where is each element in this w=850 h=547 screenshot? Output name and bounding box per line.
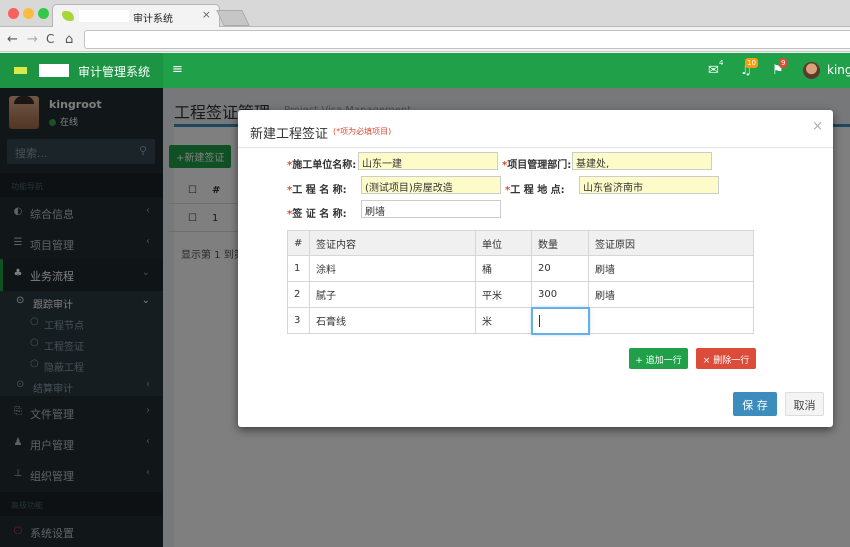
header-avatar[interactable] — [803, 62, 820, 79]
app-header: 审计管理系统 ≡ ✉ 4 ♫ 10 ⚑ 9 kingr — [0, 53, 850, 88]
cell-unit[interactable]: 桶 — [475, 255, 532, 282]
cell-qty[interactable]: 20 — [531, 255, 589, 282]
visa-items-table: # 签证内容 单位 数量 签证原因 1 涂料 桶 20 刷墙 2 腻子 平米 3… — [287, 230, 754, 335]
modal-title: 新建工程签证 — [250, 127, 329, 142]
forward-icon[interactable]: → — [27, 32, 38, 47]
close-icon[interactable]: × — [812, 119, 823, 134]
construction-unit-field[interactable]: 山东一建 — [358, 152, 498, 170]
minimize-window-icon[interactable] — [23, 8, 34, 19]
project-name-field[interactable]: (测试项目)房屋改造 — [361, 176, 501, 194]
menu-toggle-icon[interactable]: ≡ — [172, 62, 183, 77]
bell-badge: 10 — [745, 58, 758, 68]
flag-badge: 9 — [779, 58, 788, 68]
new-tab-button[interactable] — [216, 10, 250, 26]
logo-mark-icon — [14, 67, 27, 74]
table-row: 3 石膏线 米 — [287, 306, 754, 335]
logo-blank — [39, 64, 69, 77]
col-header-content: 签证内容 — [309, 230, 476, 256]
project-dept-field[interactable]: 基建处, — [572, 152, 712, 170]
col-header-qty: 数量 — [531, 230, 589, 256]
col-header-reason: 签证原因 — [588, 230, 754, 256]
modal-divider — [238, 147, 833, 148]
project-location-label: *工 程 地 点: — [505, 185, 565, 196]
project-dept-label: *项目管理部门: — [502, 160, 572, 171]
new-visa-modal: 新建工程签证 (*项为必填项目) × *施工单位名称: 山东一建 *项目管理部门… — [238, 110, 833, 427]
table-row: 1 涂料 桶 20 刷墙 — [287, 255, 754, 282]
cell-content[interactable]: 腻子 — [309, 281, 476, 308]
cell-content[interactable]: 石膏线 — [309, 307, 476, 334]
cell-reason[interactable] — [588, 307, 754, 334]
cell-reason[interactable]: 刷墙 — [588, 281, 754, 308]
cell-unit[interactable]: 米 — [475, 307, 532, 334]
browser-tab[interactable]: 审计系统 × — [52, 4, 220, 27]
address-bar: ← → C ⌂ — [0, 27, 850, 52]
visa-name-label: *签 证 名 称: — [287, 209, 347, 220]
cell-unit[interactable]: 平米 — [475, 281, 532, 308]
home-icon[interactable]: ⌂ — [65, 32, 73, 47]
tab-title-blank — [79, 10, 129, 22]
cell-qty-editing[interactable] — [530, 306, 590, 335]
delete-row-button[interactable]: × 删除一行 — [696, 348, 756, 369]
mail-badge: 4 — [719, 59, 724, 67]
col-header-num: # — [287, 230, 310, 256]
cell-num: 1 — [287, 255, 310, 282]
favicon-icon — [62, 11, 74, 21]
logo[interactable]: 审计管理系统 — [0, 53, 163, 88]
text-cursor — [538, 314, 540, 327]
add-row-button[interactable]: + 追加一行 — [629, 348, 688, 369]
close-window-icon[interactable] — [8, 8, 19, 19]
project-location-field[interactable]: 山东省济南市 — [579, 176, 719, 194]
cell-reason[interactable]: 刷墙 — [588, 255, 754, 282]
browser-tab-bar: 审计系统 × — [0, 0, 850, 27]
reload-icon[interactable]: C — [46, 32, 54, 46]
table-row: 2 腻子 平米 300 刷墙 — [287, 281, 754, 308]
cell-qty[interactable]: 300 — [531, 281, 589, 308]
app-title: 审计管理系统 — [78, 65, 151, 79]
table-header-row: # 签证内容 单位 数量 签证原因 — [287, 230, 754, 256]
header-user-name[interactable]: kingr — [827, 63, 850, 77]
project-name-label: *工 程 名 称: — [287, 185, 347, 196]
cell-content[interactable]: 涂料 — [309, 255, 476, 282]
cancel-button[interactable]: 取消 — [785, 392, 824, 416]
required-note: (*项为必填项目) — [333, 127, 392, 136]
back-icon[interactable]: ← — [7, 32, 18, 47]
url-input[interactable] — [84, 30, 850, 49]
col-header-unit: 单位 — [475, 230, 532, 256]
tab-title: 审计系统 — [133, 14, 173, 25]
cell-num: 3 — [287, 307, 310, 334]
maximize-window-icon[interactable] — [38, 8, 49, 19]
construction-unit-label: *施工单位名称: — [287, 160, 357, 171]
cell-num: 2 — [287, 281, 310, 308]
visa-name-field[interactable]: 刷墙 — [361, 200, 501, 218]
tab-close-icon[interactable]: × — [202, 8, 211, 21]
save-button[interactable]: 保 存 — [733, 392, 777, 416]
